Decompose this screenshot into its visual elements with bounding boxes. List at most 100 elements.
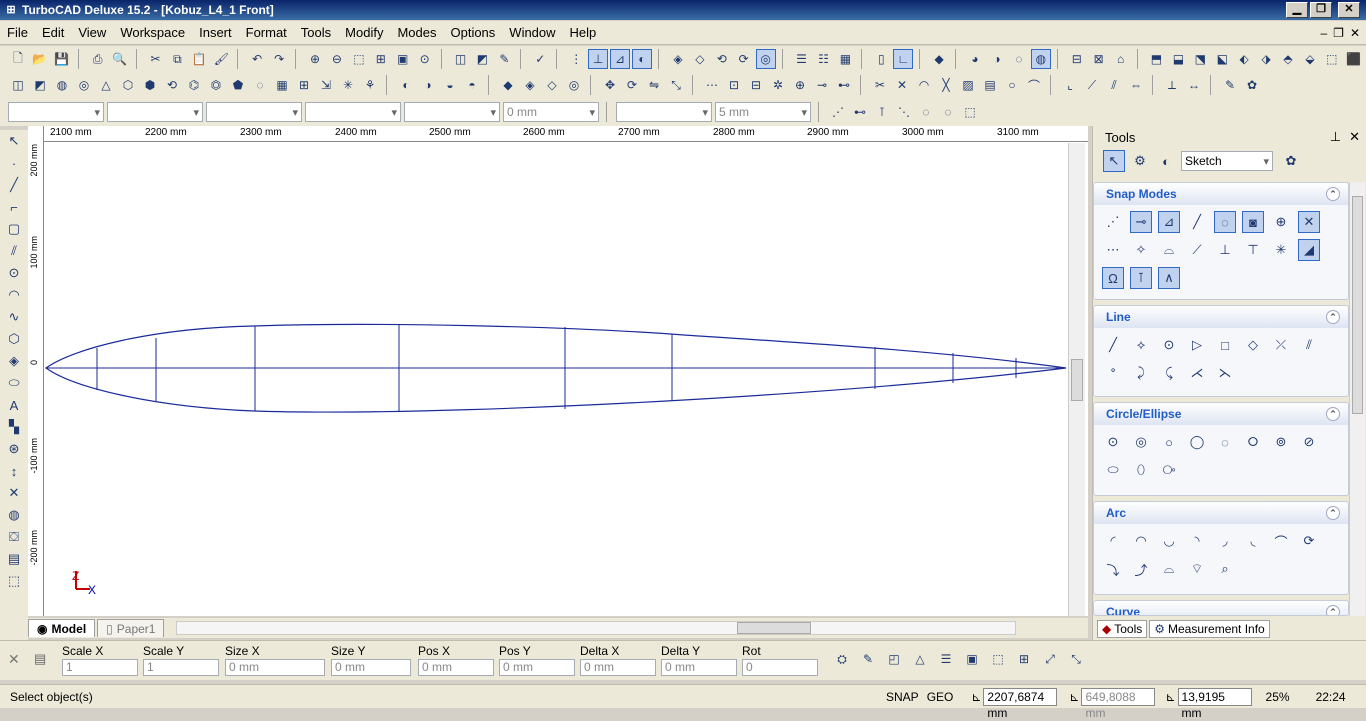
menu-insert[interactable]: Insert (192, 25, 239, 40)
snap-align-aperture-icon[interactable]: ⊺ (1130, 267, 1152, 289)
zoom-out-icon[interactable]: ⊖ (327, 49, 347, 69)
menu-view[interactable]: View (71, 25, 113, 40)
snap-vertex-icon[interactable]: ⋰ (828, 102, 848, 122)
pin-icon[interactable]: ⊥ (1330, 129, 1341, 145)
match-properties-icon[interactable]: ✎ (494, 49, 514, 69)
snap-quadrant-icon[interactable]: ◌ (916, 102, 936, 122)
single-line-icon[interactable]: ╱ (1102, 334, 1124, 356)
break-icon[interactable]: ✂ (870, 75, 890, 95)
brush-combo[interactable] (404, 102, 500, 122)
arc-start-end-icon[interactable]: ◟ (1242, 530, 1264, 552)
thickness-combo[interactable]: 0 mm (503, 102, 599, 122)
menu-help[interactable]: Help (563, 25, 604, 40)
snap-center-icon[interactable]: ⊺ (872, 102, 892, 122)
union-icon[interactable]: ◐ (396, 75, 416, 95)
open-icon[interactable]: 📂 (30, 49, 50, 69)
layers-icon[interactable]: ◩ (473, 49, 493, 69)
modify-icon[interactable]: ✕ (3, 482, 25, 504)
frame-tool-icon[interactable]: ▣ (962, 649, 982, 669)
panel-globe-icon[interactable]: ◐ (1155, 150, 1177, 172)
blend-icon[interactable]: ◎ (564, 75, 584, 95)
stack-icon[interactable]: ▤ (3, 548, 25, 570)
stack-tool-icon[interactable]: ☰ (936, 649, 956, 669)
group-icon[interactable]: ⊡ (724, 75, 744, 95)
grid-toggle-icon[interactable]: ▤ (34, 651, 46, 667)
group-header[interactable]: Arc ⌃ (1094, 502, 1348, 524)
scale-y-field[interactable]: 1 (143, 659, 219, 676)
subtract-icon[interactable]: ◑ (418, 75, 438, 95)
ortho-icon[interactable]: ⊥ (588, 49, 609, 69)
point-icon[interactable]: · (3, 152, 25, 174)
circle-icon[interactable]: ⊙ (3, 262, 25, 284)
app-icon[interactable]: ⊞ (4, 3, 18, 17)
maximize-button[interactable]: ❐ (1310, 2, 1332, 18)
arc-tangent-line-icon[interactable]: ◞ (1214, 530, 1236, 552)
snap-drawing-aid-icon[interactable]: ✧ (1130, 239, 1152, 261)
menu-modes[interactable]: Modes (390, 25, 443, 40)
panel-mode-icon[interactable]: ⚙ (1129, 150, 1151, 172)
group-header[interactable]: Snap Modes ⌃ (1094, 183, 1348, 205)
snap-tangent-icon[interactable]: ⊕ (1270, 211, 1292, 233)
rotated-ellipse-icon[interactable]: ⬯ (1130, 459, 1152, 481)
circle-tangent-icon[interactable]: ◌ (1214, 431, 1236, 453)
print-preview-icon[interactable]: 🔍 (110, 49, 130, 69)
stretch-icon[interactable]: ⇔ (1126, 75, 1146, 95)
collapse-icon[interactable]: ⌃ (1326, 187, 1340, 201)
chamfer-2d-icon[interactable]: ⟋ (1082, 75, 1102, 95)
library-icon[interactable]: ◆ (929, 49, 949, 69)
block-icon[interactable]: ⊟ (746, 75, 766, 95)
undo-icon[interactable]: ↶ (247, 49, 267, 69)
trim-icon[interactable]: ⊸ (812, 75, 832, 95)
cross-icon[interactable]: ╳ (936, 75, 956, 95)
slice-icon[interactable]: ◓ (462, 75, 482, 95)
snap-center-icon[interactable]: ◌ (1214, 211, 1236, 233)
view-iso-icon[interactable]: ⬘ (1278, 49, 1298, 69)
view-iso2-icon[interactable]: ⬙ (1300, 49, 1320, 69)
menu-modify[interactable]: Modify (338, 25, 390, 40)
triangle-icon[interactable]: △ (910, 649, 930, 669)
curve-icon[interactable]: ∿ (3, 306, 25, 328)
sphere-icon[interactable]: ◍ (52, 75, 72, 95)
arc-fixed-ratio-icon[interactable]: ⌓ (1158, 558, 1180, 580)
explode-icon[interactable]: ✲ (768, 75, 788, 95)
menu-window[interactable]: Window (502, 25, 562, 40)
group-header[interactable]: Circle/Ellipse ⌃ (1094, 403, 1348, 425)
palette-icon[interactable]: ✿ (1280, 150, 1302, 172)
snap-indicator[interactable]: SNAP (886, 690, 919, 704)
angle-line-icon[interactable]: ⋌ (1186, 362, 1208, 384)
shell-solid-icon[interactable]: ◈ (520, 75, 540, 95)
symbol-icon[interactable]: ⊛ (3, 438, 25, 460)
measure-icon[interactable]: ⟂ (1162, 75, 1182, 95)
circle-3-points-icon[interactable]: ◯ (1186, 431, 1208, 453)
elliptical-arc-icon[interactable]: ⤵ (1102, 558, 1124, 580)
text-icon[interactable]: A (3, 394, 25, 416)
zoom-page-icon[interactable]: ▣ (393, 49, 413, 69)
parallel-line-icon[interactable]: ⤫ (1270, 334, 1292, 356)
multi-tangent-icon[interactable]: ⊘ (1298, 431, 1320, 453)
group-header[interactable]: Curve ⌃ (1094, 601, 1348, 615)
snap-perpendicular-icon[interactable]: ⊥ (1214, 239, 1236, 261)
close-inspector-icon[interactable]: ✕ (8, 651, 20, 668)
snap-magnet-icon[interactable]: Ω (1102, 267, 1124, 289)
bisect-icon[interactable]: ⋋ (1214, 362, 1236, 384)
arrow-3d-icon[interactable]: ⇲ (316, 75, 336, 95)
panel-scroll-thumb[interactable] (1352, 196, 1363, 414)
offset-icon[interactable]: ⫽ (1104, 75, 1124, 95)
coord-y-field[interactable]: 649,8088 mm (1081, 687, 1156, 720)
circle-tangent-arcs-icon[interactable]: ⊚ (1270, 431, 1292, 453)
menu-options[interactable]: Options (443, 25, 502, 40)
view-iso4-icon[interactable]: ⬛ (1344, 49, 1364, 69)
arc-trim-icon[interactable]: ◠ (914, 75, 934, 95)
align-icon[interactable]: ⊟ (1067, 49, 1087, 69)
arc-concentric-icon[interactable]: ⟳ (1298, 530, 1320, 552)
snap-percent-icon[interactable]: ⊤ (1242, 239, 1264, 261)
menu-edit[interactable]: Edit (35, 25, 71, 40)
magnet-icon[interactable]: ◐ (632, 49, 652, 69)
arc-double-point-icon[interactable]: ◠ (1130, 530, 1152, 552)
collapse-icon[interactable]: ⌃ (1326, 605, 1340, 615)
expand-icon[interactable]: ⤢ (1040, 649, 1060, 669)
shade-icon[interactable]: ◑ (987, 49, 1007, 69)
snap-endpoint-icon[interactable]: ╱ (1186, 211, 1208, 233)
horizontal-scroll-thumb[interactable] (737, 622, 812, 634)
hatch-icon[interactable]: ▨ (958, 75, 978, 95)
